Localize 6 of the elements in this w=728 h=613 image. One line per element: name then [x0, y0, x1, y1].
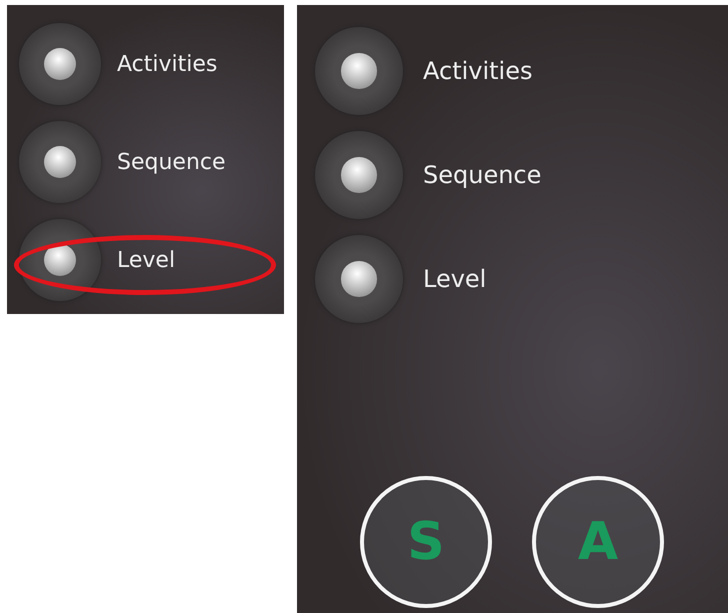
- menu-item[interactable]: Sequence: [315, 123, 542, 227]
- menu-item[interactable]: Activities: [19, 15, 218, 113]
- menu-item[interactable]: Sequence: [19, 113, 226, 211]
- menu-item[interactable]: Level: [19, 211, 176, 309]
- menu-item[interactable]: Level: [315, 227, 486, 331]
- menu-item[interactable]: Activities: [315, 19, 532, 123]
